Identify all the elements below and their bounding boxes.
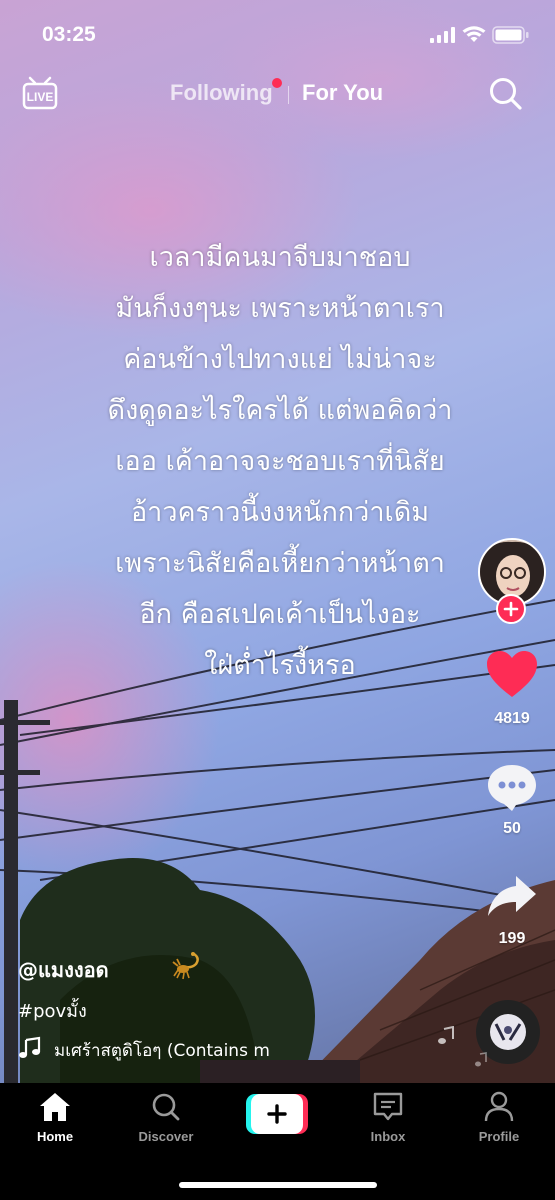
tab-home[interactable]: Home xyxy=(5,1091,105,1144)
caption-line: เออ เค้าอาจจะชอบเราที่นิสัย xyxy=(115,446,445,477)
post-hashtag[interactable]: #povมั้ง xyxy=(18,996,87,1025)
caption-line: ใฝ่ต่ำไรงี้หรอ xyxy=(204,650,356,681)
tab-profile[interactable]: Profile xyxy=(449,1091,549,1144)
caption-line: ดึงดูดอะไรใครได้ แต่พอคิดว่า xyxy=(107,395,453,426)
comment-icon[interactable] xyxy=(486,763,538,813)
home-indicator[interactable] xyxy=(179,1182,377,1188)
inbox-icon xyxy=(373,1092,403,1121)
tab-following[interactable]: Following xyxy=(170,80,273,106)
create-button[interactable] xyxy=(246,1094,308,1134)
tab-divider xyxy=(288,86,289,104)
home-icon xyxy=(40,1093,70,1121)
follow-plus-button[interactable] xyxy=(496,594,526,624)
comment-count: 50 xyxy=(503,820,521,837)
heart-icon[interactable] xyxy=(485,650,539,700)
post-username[interactable]: @แมงงอด xyxy=(18,954,109,986)
profile-icon xyxy=(484,1091,514,1122)
top-navigation: LIVE Following For You xyxy=(0,72,555,118)
create-button-face xyxy=(251,1094,303,1134)
following-notification-dot xyxy=(272,78,282,88)
live-icon[interactable]: LIVE xyxy=(22,74,58,112)
music-ticker[interactable]: มเศร้าสตูดิโอๆ (Contains m xyxy=(18,1036,308,1062)
tab-discover[interactable]: Discover xyxy=(116,1091,216,1144)
caption-line: ค่อนข้างไปทางแย่ ไม่น่าจะ xyxy=(123,344,437,375)
tab-for-you[interactable]: For You xyxy=(302,80,383,106)
caption-line: อีก คือสเปคเค้าเป็นไงอะ xyxy=(139,599,421,630)
tab-discover-label: Discover xyxy=(138,1129,194,1144)
create-icon xyxy=(267,1104,287,1124)
floating-note-icon xyxy=(475,1052,487,1067)
tab-profile-label: Profile xyxy=(478,1129,520,1144)
tab-inbox[interactable]: Inbox xyxy=(338,1091,438,1144)
floating-note-icon xyxy=(438,1026,454,1044)
tab-inbox-label: Inbox xyxy=(370,1129,406,1144)
scorpion-emoji xyxy=(172,952,199,980)
status-time: 03:25 xyxy=(42,23,96,46)
plus-icon xyxy=(503,601,519,617)
music-title: มเศร้าสตูดิโอๆ (Contains m xyxy=(54,1041,270,1061)
discover-icon xyxy=(152,1093,180,1121)
share-icon[interactable] xyxy=(486,874,538,918)
cellular-signal-icon xyxy=(430,27,455,43)
caption-line: มันก็งงๆนะ เพราะหน้าตาเรา xyxy=(115,293,445,324)
tab-home-label: Home xyxy=(36,1129,74,1144)
svg-text:LIVE: LIVE xyxy=(27,90,54,104)
wifi-icon xyxy=(462,26,486,42)
share-count: 199 xyxy=(498,930,526,947)
status-bar: 03:25 xyxy=(0,0,555,70)
music-cover-art xyxy=(494,1023,522,1041)
search-icon[interactable] xyxy=(488,76,524,112)
caption-line: อ้าวคราวนี้งงหนักกว่าเดิม xyxy=(130,497,430,528)
video-caption-overlay: เวลามีคนมาจีบมาชอบ มันก็งงๆนะ เพราะหน้าต… xyxy=(40,232,520,691)
battery-icon xyxy=(492,26,529,44)
caption-line: เวลามีคนมาจีบมาชอบ xyxy=(149,242,411,273)
caption-line: เพราะนิสัยคือเหี้ยกว่าหน้าตา xyxy=(115,548,445,579)
bottom-tab-bar: Home Discover Inbox Profile xyxy=(0,1083,555,1200)
like-count: 4819 xyxy=(494,710,530,727)
music-note-icon xyxy=(19,1036,41,1058)
music-cover xyxy=(490,1014,526,1050)
